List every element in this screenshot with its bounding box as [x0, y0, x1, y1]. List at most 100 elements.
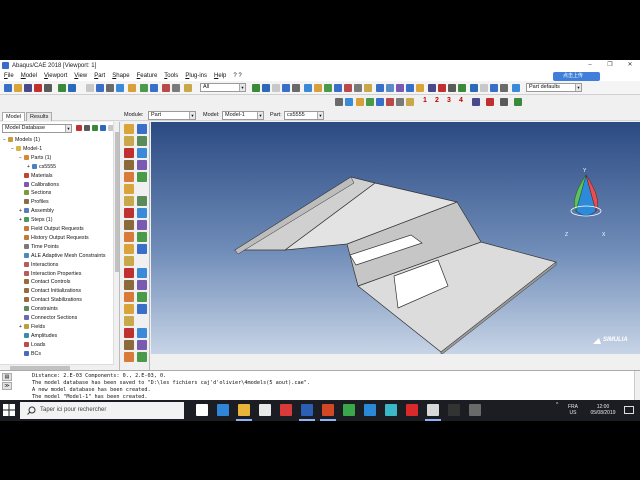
- toolbar-view-icon[interactable]: [252, 84, 260, 92]
- toolbar-tool-icon[interactable]: [172, 84, 180, 92]
- tree-item-steps-1[interactable]: + Steps (1): [19, 216, 53, 225]
- notification-icon[interactable]: [624, 406, 634, 414]
- toolbar-view-icon[interactable]: [364, 84, 372, 92]
- toolbar-tool-icon[interactable]: [86, 84, 94, 92]
- toolbox-tool-icon[interactable]: [124, 280, 134, 290]
- tree-item-history-output-requests[interactable]: History Output Requests: [19, 234, 89, 243]
- menu-item-plug-ins[interactable]: Plug-ins: [185, 73, 207, 79]
- toolbox-tool-icon[interactable]: [137, 304, 147, 314]
- toolbar-view-icon[interactable]: [282, 84, 290, 92]
- toolbar-tool-icon[interactable]: [34, 84, 42, 92]
- tree-vertical-scrollbar[interactable]: [113, 122, 119, 370]
- toolbar-display-icon[interactable]: [345, 98, 353, 106]
- toolbar-tool-icon[interactable]: [58, 84, 66, 92]
- tree-item-interaction-properties[interactable]: Interaction Properties: [19, 270, 81, 279]
- toolbox-tool-icon[interactable]: [137, 268, 147, 278]
- minimize-button[interactable]: –: [580, 60, 600, 71]
- part-combo[interactable]: cs5555 ▼: [284, 111, 324, 120]
- language-indicator[interactable]: FRA US: [568, 404, 578, 416]
- toolbar-tool-icon[interactable]: [24, 84, 32, 92]
- toolbox-tool-icon[interactable]: [124, 328, 134, 338]
- windows-start-icon[interactable]: [3, 404, 15, 416]
- toolbar-view-icon[interactable]: [500, 84, 508, 92]
- toolbar-tool-icon[interactable]: [96, 84, 104, 92]
- taskbar-media-icon[interactable]: [280, 404, 292, 416]
- render-style-combo[interactable]: All ▼: [200, 83, 246, 92]
- tree-item-fields[interactable]: + Fields: [19, 323, 45, 332]
- toolbar-view-icon[interactable]: [396, 84, 404, 92]
- toolbox-tool-icon[interactable]: [137, 352, 147, 362]
- toolbar-view-icon[interactable]: [406, 84, 414, 92]
- taskbar-app-cyan-icon[interactable]: [385, 404, 397, 416]
- tree-item-sections[interactable]: Sections: [19, 189, 51, 198]
- toolbox-tool-icon[interactable]: [137, 328, 147, 338]
- taskbar-cmd-icon[interactable]: [448, 404, 460, 416]
- toolbar-tool-icon[interactable]: [140, 84, 148, 92]
- toolbox-tool-icon[interactable]: [137, 124, 147, 134]
- toolbar-tool-icon[interactable]: [106, 84, 114, 92]
- taskbar-app-blue-icon[interactable]: [364, 404, 376, 416]
- taskbar-edge-icon[interactable]: [217, 404, 229, 416]
- taskbar-word-icon[interactable]: [301, 404, 313, 416]
- toolbar-display-icon[interactable]: [386, 98, 394, 106]
- tree-item-materials[interactable]: Materials: [19, 172, 53, 181]
- tree-item-constraints[interactable]: Constraints: [19, 305, 58, 314]
- tree-item-time-points[interactable]: Time Points: [19, 243, 59, 252]
- tree-item-contact-stabilizations[interactable]: Contact Stabilizations: [19, 296, 82, 305]
- taskbar-acrobat-icon[interactable]: [406, 404, 418, 416]
- tab-model[interactable]: Model: [2, 112, 25, 121]
- toolbar-view-icon[interactable]: [470, 84, 478, 92]
- menu-item-model[interactable]: Model: [21, 73, 37, 79]
- tree-item-calibrations[interactable]: Calibrations: [19, 181, 59, 190]
- toolbar-view-icon[interactable]: [512, 84, 520, 92]
- toolbar-display-icon[interactable]: [486, 98, 494, 106]
- toolbar-view-icon[interactable]: [334, 84, 342, 92]
- view-1-button[interactable]: 1: [423, 97, 427, 104]
- toolbox-tool-icon[interactable]: [137, 172, 147, 182]
- taskbar-task-view-icon[interactable]: [196, 404, 208, 416]
- tree-item-profiles[interactable]: Profiles: [19, 198, 49, 207]
- scrollbar-thumb[interactable]: [115, 132, 119, 272]
- taskbar-abaqus-icon[interactable]: [427, 404, 439, 416]
- toolbar-view-icon[interactable]: [314, 84, 322, 92]
- toolbox-tool-icon[interactable]: [124, 316, 134, 326]
- toolbar-view-icon[interactable]: [428, 84, 436, 92]
- toolbar-display-icon[interactable]: [366, 98, 374, 106]
- toolbar-view-icon[interactable]: [376, 84, 384, 92]
- menu-item-file[interactable]: File: [4, 73, 14, 79]
- tree-item-field-output-requests[interactable]: Field Output Requests: [19, 225, 84, 234]
- menu-item-feature[interactable]: Feature: [137, 73, 158, 79]
- taskbar-store-icon[interactable]: [259, 404, 271, 416]
- tree-tool-icon[interactable]: [100, 125, 106, 131]
- toolbar-view-icon[interactable]: [262, 84, 270, 92]
- toolbar-view-icon[interactable]: [438, 84, 446, 92]
- toolbox-tool-icon[interactable]: [124, 148, 134, 158]
- toolbox-tool-icon[interactable]: [124, 172, 134, 182]
- toolbar-tool-icon[interactable]: [162, 84, 170, 92]
- module-combo[interactable]: Part ▼: [148, 111, 196, 120]
- tree-item-loads[interactable]: Loads: [19, 341, 45, 350]
- toolbox-tool-icon[interactable]: [124, 196, 134, 206]
- message-scrollbar[interactable]: [634, 371, 640, 400]
- toolbox-tool-icon[interactable]: [137, 244, 147, 254]
- toolbar-tool-icon[interactable]: [150, 84, 158, 92]
- tree-item-interactions[interactable]: Interactions: [19, 261, 58, 270]
- menu-item-shape[interactable]: Shape: [112, 73, 129, 79]
- tree-item-amplitudes[interactable]: Amplitudes: [19, 332, 57, 341]
- toolbox-tool-icon[interactable]: [137, 136, 147, 146]
- toolbox-tool-icon[interactable]: [137, 160, 147, 170]
- toolbox-tool-icon[interactable]: [137, 340, 147, 350]
- toolbar-tool-icon[interactable]: [4, 84, 12, 92]
- toolbar-view-icon[interactable]: [448, 84, 456, 92]
- toolbox-tool-icon[interactable]: [124, 268, 134, 278]
- tree-item-cs5555[interactable]: + cs5555: [27, 163, 56, 172]
- tree-tool-icon[interactable]: [92, 125, 98, 131]
- part-defaults-combo[interactable]: Part defaults ▼: [526, 83, 582, 92]
- toolbar-display-icon[interactable]: [514, 98, 522, 106]
- tree-item-ale-adaptive-mesh-constraints[interactable]: ALE Adaptive Mesh Constraints: [19, 252, 106, 261]
- toolbox-tool-icon[interactable]: [137, 148, 147, 158]
- toolbox-tool-icon[interactable]: [124, 244, 134, 254]
- toolbar-view-icon[interactable]: [480, 84, 488, 92]
- menu-item-viewport[interactable]: Viewport: [44, 73, 67, 79]
- tree-tool-icon[interactable]: [76, 125, 82, 131]
